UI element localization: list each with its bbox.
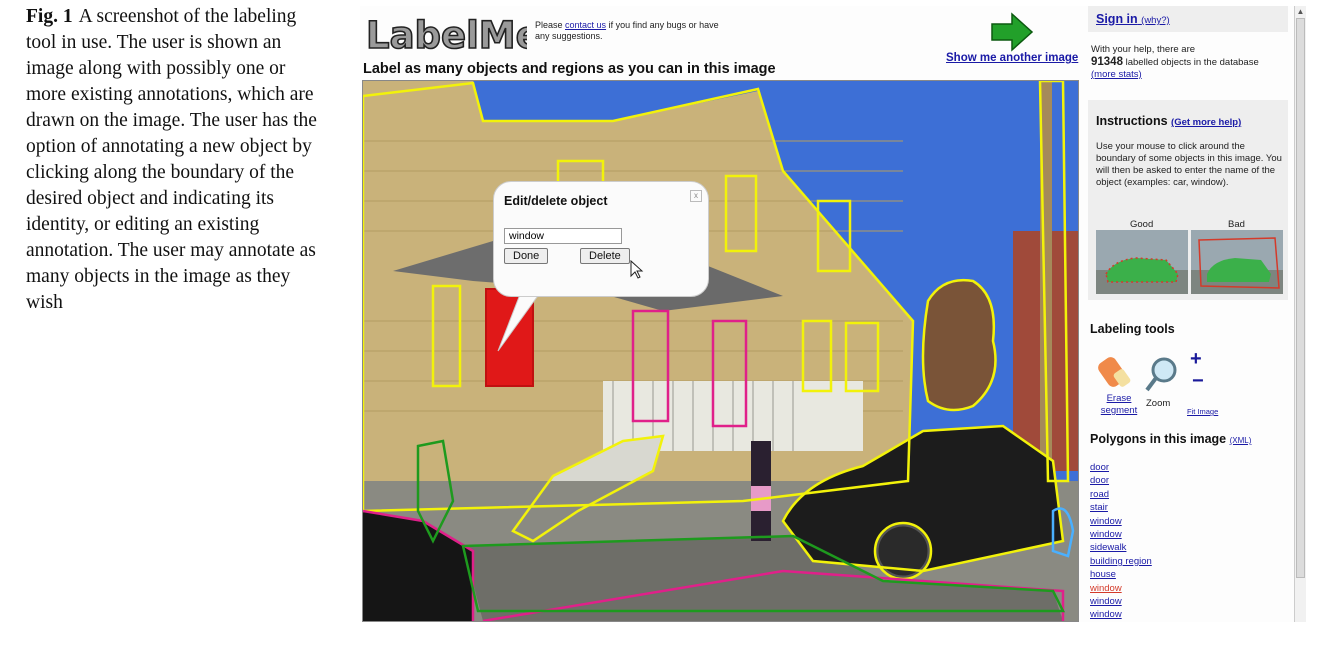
scroll-up-icon[interactable]: ▲ <box>1296 6 1305 17</box>
cursor-arrow-icon <box>630 260 644 279</box>
close-icon[interactable]: x <box>690 190 702 202</box>
polygon-item[interactable]: window <box>1090 608 1152 621</box>
scrollbar[interactable]: ▲ <box>1294 6 1306 622</box>
labelme-logo: LabelMe <box>365 13 527 58</box>
zoom-label: Zoom <box>1146 398 1171 409</box>
polygons-title: Polygons in this image (XML) <box>1090 432 1252 446</box>
get-more-help-link[interactable]: (Get more help) <box>1171 117 1241 128</box>
done-button[interactable]: Done <box>504 248 549 264</box>
instructions-title: Instructions (Get more help) <box>1096 114 1242 128</box>
zoom-in-icon[interactable]: + <box>1190 348 1202 371</box>
figure-caption-text: A screenshot of the labeling tool in use… <box>26 6 317 313</box>
xml-link[interactable]: (XML) <box>1230 436 1252 445</box>
object-name-input[interactable] <box>504 228 622 244</box>
labelme-window: LabelMe Please contact us if you find an… <box>360 6 1306 622</box>
signin-link[interactable]: Sign in (why?) <box>1096 12 1170 26</box>
figure-caption: Fig. 1A screenshot of the labeling tool … <box>26 4 326 316</box>
contact-us-link[interactable]: contact us <box>565 20 606 30</box>
edit-delete-dialog: Edit/delete object x Done Delete <box>493 181 709 297</box>
polygon-item[interactable]: house <box>1090 568 1152 581</box>
fit-image-link[interactable]: Fit Image <box>1187 406 1218 418</box>
polygon-list: door door road stair window window sidewalk bui… <box>1090 461 1152 622</box>
dialog-title: Edit/delete object <box>504 194 608 208</box>
show-another-image-link[interactable]: Show me another image <box>946 52 1078 64</box>
instructions-text: Use your mouse to click around the bound… <box>1096 141 1282 188</box>
delete-button[interactable]: Delete <box>580 248 630 264</box>
contact-note: Please contact us if you find any bugs o… <box>535 20 719 41</box>
polygon-item[interactable]: road <box>1090 488 1152 501</box>
polygon-item[interactable]: window <box>1090 595 1152 608</box>
svg-text:LabelMe: LabelMe <box>366 14 527 57</box>
polygon-item[interactable]: window <box>1090 515 1152 528</box>
polygon-item[interactable]: door <box>1090 461 1152 474</box>
polygon-item[interactable]: window <box>1090 582 1152 595</box>
polygon-item[interactable]: stair <box>1090 501 1152 514</box>
erase-segment-link[interactable]: Erase segment <box>1094 393 1144 417</box>
scroll-thumb[interactable] <box>1296 18 1305 578</box>
annotated-photo[interactable] <box>363 81 1078 621</box>
bad-example-image <box>1191 230 1283 294</box>
next-image-arrow-icon[interactable] <box>990 12 1034 52</box>
eraser-icon[interactable] <box>1096 352 1136 392</box>
object-count: 91348 <box>1091 56 1123 68</box>
more-stats-link[interactable]: (more stats) <box>1091 69 1142 80</box>
annotation-image[interactable]: Edit/delete object x Done Delete <box>362 80 1079 622</box>
zoom-out-icon[interactable]: − <box>1192 370 1204 393</box>
polygon-item[interactable]: building region <box>1090 555 1152 568</box>
why-link[interactable]: (why?) <box>1141 15 1170 26</box>
polygon-item[interactable]: sidewalk <box>1090 541 1152 554</box>
labeling-tools-title: Labeling tools <box>1090 322 1175 336</box>
page-heading: Label as many objects and regions as you… <box>363 61 776 77</box>
good-example-image <box>1096 230 1188 294</box>
sidebar: Sign in (why?) With your help, there are… <box>1088 6 1292 622</box>
help-text: With your help, there are 91348 labelled… <box>1091 44 1259 80</box>
figure-label: Fig. 1 <box>26 6 73 27</box>
polygon-item[interactable]: door <box>1090 474 1152 487</box>
polygon-item[interactable]: window <box>1090 528 1152 541</box>
zoom-icon[interactable] <box>1144 356 1180 396</box>
